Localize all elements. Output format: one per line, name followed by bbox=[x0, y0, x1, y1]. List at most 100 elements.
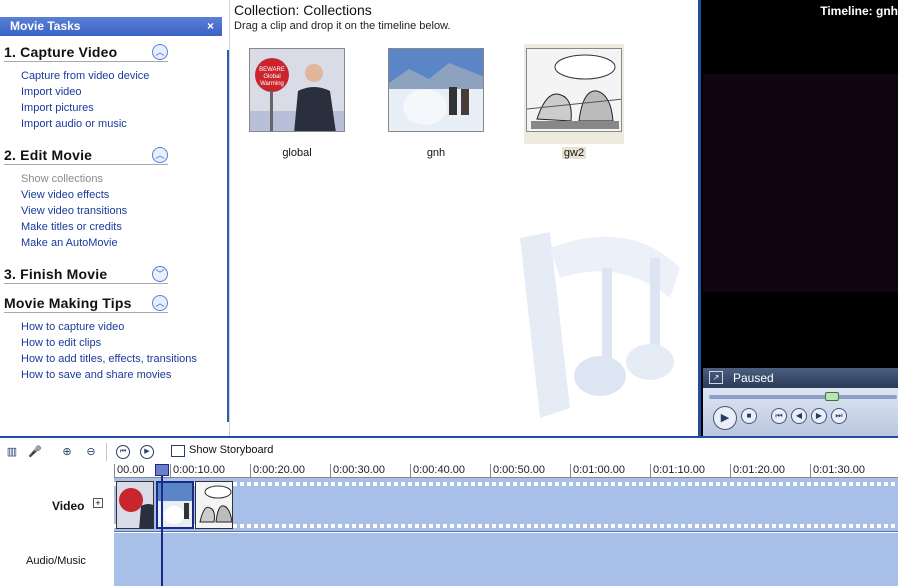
forward-icon[interactable]: ▶ bbox=[811, 408, 827, 424]
movie-tasks-title-bar: Movie Tasks × bbox=[0, 17, 222, 36]
section-movie-making-tips: Movie Making Tips ︿ How to capture video… bbox=[4, 293, 197, 383]
timeline-thumbnail bbox=[117, 482, 153, 528]
set-audio-levels-icon[interactable]: ▥ bbox=[5, 445, 19, 459]
chevron-up-icon[interactable]: ︿ bbox=[152, 295, 168, 311]
previous-frame-icon[interactable]: ⏮ bbox=[771, 408, 787, 424]
ruler-tick: 0:00:50.00 bbox=[490, 464, 545, 478]
playhead-handle[interactable] bbox=[155, 464, 169, 476]
link-how-to-edit-clips[interactable]: How to edit clips bbox=[21, 335, 168, 351]
movie-tasks-pane: Movie Tasks × 1. Capture Video ︿ Capture… bbox=[0, 0, 230, 436]
collection-title: Collection: Collections bbox=[234, 2, 372, 18]
link-import-pictures[interactable]: Import pictures bbox=[21, 100, 168, 116]
playback-controls: ▶ ■ ⏮ ◀ ▶ ⏭ bbox=[703, 388, 898, 436]
thumbnail-image bbox=[389, 49, 483, 131]
narrate-icon[interactable]: 🎤 bbox=[28, 445, 42, 459]
clip-name: gnh bbox=[426, 147, 446, 159]
stop-icon[interactable]: ■ bbox=[741, 408, 757, 424]
clip-gnh[interactable]: gnh bbox=[386, 44, 486, 159]
zoom-out-icon[interactable]: ⊖ bbox=[84, 445, 98, 459]
movie-tasks-title: Movie Tasks bbox=[10, 19, 81, 33]
zoom-in-icon[interactable]: ⊕ bbox=[60, 445, 74, 459]
ruler-tick: 00.00 bbox=[114, 464, 145, 478]
link-how-to-capture-video[interactable]: How to capture video bbox=[21, 319, 168, 335]
audio-music-track[interactable] bbox=[114, 533, 898, 586]
ruler-tick: 0:00:10.00 bbox=[170, 464, 225, 478]
preview-screen bbox=[703, 74, 898, 292]
collection-subtitle: Drag a clip and drop it on the timeline … bbox=[234, 20, 451, 32]
svg-text:Global: Global bbox=[263, 74, 280, 80]
ruler-tick: 0:01:00.00 bbox=[570, 464, 625, 478]
thumbnail-image bbox=[527, 49, 621, 131]
timeline-ruler[interactable]: 00.00 0:00:10.00 0:00:20.00 0:00:30.00 0… bbox=[114, 464, 898, 478]
show-storyboard-label: Show Storyboard bbox=[189, 444, 274, 456]
clip-thumbnail bbox=[388, 48, 484, 132]
clip-thumbnail bbox=[526, 48, 622, 132]
clip-global[interactable]: BEWARE Global Warming global bbox=[247, 44, 347, 159]
ruler-tick: 0:01:20.00 bbox=[730, 464, 785, 478]
link-how-to-save-and-share[interactable]: How to save and share movies bbox=[21, 367, 171, 383]
section-heading[interactable]: 2. Edit Movie ︿ bbox=[4, 145, 168, 165]
link-make-titles-or-credits[interactable]: Make titles or credits bbox=[21, 219, 168, 235]
audio-track-label: Audio/Music bbox=[26, 555, 86, 567]
play-icon[interactable]: ▶ bbox=[713, 406, 737, 430]
section-capture-video: 1. Capture Video ︿ Capture from video de… bbox=[4, 42, 168, 132]
playhead-line bbox=[161, 464, 163, 586]
section-heading[interactable]: 3. Finish Movie ﹀ bbox=[4, 264, 168, 284]
section-edit-movie: 2. Edit Movie ︿ Show collections View vi… bbox=[4, 145, 168, 251]
preview-monitor: Timeline: gnh ↗ Paused ▶ ■ ⏮ ◀ ▶ ⏭ bbox=[698, 0, 898, 436]
seek-thumb[interactable] bbox=[825, 392, 839, 401]
ruler-tick: 0:00:40.00 bbox=[410, 464, 465, 478]
rewind-icon[interactable]: ◀ bbox=[791, 408, 807, 424]
timeline-thumbnail bbox=[196, 482, 232, 528]
monitor-status-bar: ↗ Paused bbox=[703, 368, 898, 388]
section-heading[interactable]: Movie Making Tips ︿ bbox=[4, 293, 168, 313]
play-timeline-icon[interactable]: ▶ bbox=[140, 445, 154, 459]
ruler-tick: 0:00:30.00 bbox=[330, 464, 385, 478]
link-import-audio-or-music[interactable]: Import audio or music bbox=[21, 116, 168, 132]
film-music-watermark bbox=[520, 232, 680, 418]
svg-text:Warming: Warming bbox=[260, 81, 284, 87]
clip-name: global bbox=[282, 147, 312, 159]
thumbnail-image: BEWARE Global Warming bbox=[250, 49, 344, 131]
toolbar-separator bbox=[106, 443, 107, 461]
expand-track-icon[interactable]: + bbox=[93, 498, 103, 508]
link-view-video-transitions[interactable]: View video transitions bbox=[21, 203, 168, 219]
pane-divider[interactable] bbox=[227, 50, 229, 422]
section-heading[interactable]: 1. Capture Video ︿ bbox=[4, 42, 168, 62]
ruler-tick: 0:00:20.00 bbox=[250, 464, 305, 478]
link-import-video[interactable]: Import video bbox=[21, 84, 168, 100]
link-capture-from-video-device[interactable]: Capture from video device bbox=[21, 68, 168, 84]
ruler-tick: 0:01:10.00 bbox=[650, 464, 705, 478]
close-icon[interactable]: × bbox=[207, 19, 214, 33]
chevron-down-icon[interactable]: ﹀ bbox=[152, 266, 168, 282]
ruler-tick: 0:01:30.00 bbox=[810, 464, 865, 478]
playback-status: Paused bbox=[733, 371, 774, 385]
timeline-toolbar: ▥ 🎤 ⊕ ⊖ ⏮ ▶ Show Storyboard bbox=[0, 436, 898, 464]
video-track-label: Video bbox=[52, 499, 85, 513]
seek-bar[interactable] bbox=[709, 395, 897, 399]
svg-text:BEWARE: BEWARE bbox=[259, 67, 285, 73]
timeline-thumbnail bbox=[158, 483, 192, 527]
section-finish-movie: 3. Finish Movie ﹀ bbox=[4, 264, 168, 284]
collection-pane: Collection: Collections Drag a clip and … bbox=[230, 0, 698, 436]
link-make-an-automovie[interactable]: Make an AutoMovie bbox=[21, 235, 168, 251]
chevron-up-icon[interactable]: ︿ bbox=[152, 147, 168, 163]
link-how-to-add-titles[interactable]: How to add titles, effects, transitions bbox=[21, 351, 197, 367]
rewind-timeline-icon[interactable]: ⏮ bbox=[116, 445, 130, 459]
timeline-clip-gw2[interactable] bbox=[195, 481, 233, 529]
chevron-up-icon[interactable]: ︿ bbox=[152, 44, 168, 60]
link-view-video-effects[interactable]: View video effects bbox=[21, 187, 168, 203]
next-frame-icon[interactable]: ⏭ bbox=[831, 408, 847, 424]
section-heading-label: 2. Edit Movie bbox=[4, 147, 93, 163]
fullscreen-icon[interactable]: ↗ bbox=[709, 371, 723, 384]
monitor-title: Timeline: gnh bbox=[820, 4, 898, 18]
clip-name: gw2 bbox=[561, 147, 587, 159]
section-heading-label: Movie Making Tips bbox=[4, 295, 132, 311]
timeline-clip-global[interactable] bbox=[116, 481, 154, 529]
show-storyboard-button[interactable]: Show Storyboard bbox=[171, 444, 274, 457]
link-show-collections[interactable]: Show collections bbox=[21, 171, 168, 187]
video-track[interactable] bbox=[114, 478, 898, 532]
clip-gw2[interactable]: gw2 bbox=[524, 44, 624, 159]
section-heading-label: 3. Finish Movie bbox=[4, 266, 108, 282]
track-labels: Video + Audio/Music bbox=[0, 478, 114, 586]
